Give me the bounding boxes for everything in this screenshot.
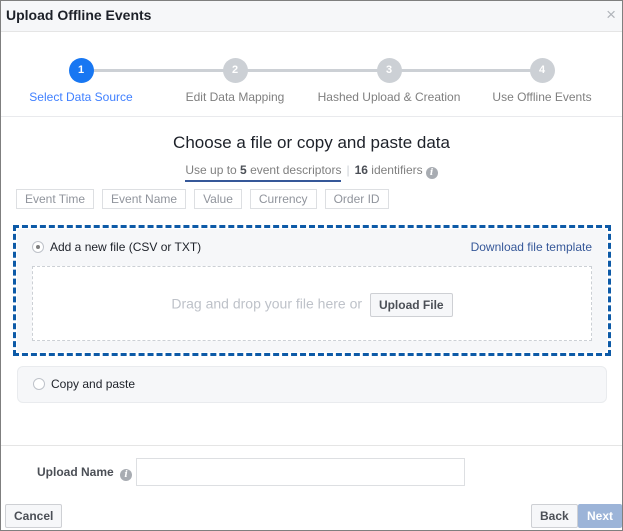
upload-name-label: Upload Name i xyxy=(37,465,133,481)
chip-event-time: Event Time xyxy=(16,189,95,209)
chip-order-id: Order ID xyxy=(324,189,389,209)
option-copy-paste: Copy and paste xyxy=(17,366,607,403)
identifiers-count: 16 xyxy=(354,163,368,177)
dialog-header: Upload Offline Events × xyxy=(1,1,622,32)
upload-offline-events-dialog: Upload Offline Events × 1 Select Data So… xyxy=(0,0,623,531)
step-number-badge: 1 xyxy=(68,58,94,83)
descriptors-count: 5 xyxy=(240,163,247,177)
copy-paste-radio[interactable] xyxy=(33,378,45,390)
close-icon[interactable]: × xyxy=(606,5,616,25)
step-number-badge: 3 xyxy=(376,58,402,83)
step-number-badge: 4 xyxy=(529,58,555,83)
step-edit-data-mapping: 2 Edit Data Mapping xyxy=(155,58,315,104)
info-icon[interactable]: i xyxy=(425,167,438,179)
step-label: Hashed Upload & Creation xyxy=(317,90,461,104)
copy-paste-label[interactable]: Copy and paste xyxy=(51,377,135,391)
step-label: Select Data Source xyxy=(29,90,133,104)
step-number-badge: 2 xyxy=(222,58,248,83)
step-label: Use Offline Events xyxy=(492,90,592,104)
highlight-annotation-box xyxy=(13,225,611,356)
upload-name-input[interactable] xyxy=(136,458,465,486)
back-button[interactable]: Back xyxy=(531,504,578,528)
next-button[interactable]: Next xyxy=(578,504,623,528)
chip-currency: Currency xyxy=(249,189,317,209)
chip-event-name: Event Name xyxy=(102,189,187,209)
descriptor-summary: Use up to 5 event descriptors | 16 identif… xyxy=(1,163,622,182)
step-label: Edit Data Mapping xyxy=(185,90,285,104)
dialog-title: Upload Offline Events xyxy=(6,7,152,23)
step-hashed-upload-creation: 3 Hashed Upload & Creation xyxy=(309,58,469,104)
cancel-button[interactable]: Cancel xyxy=(5,504,63,528)
section-heading: Choose a file or copy and paste data xyxy=(173,133,450,152)
step-use-offline-events: 4 Use Offline Events xyxy=(462,58,622,104)
info-icon[interactable]: i xyxy=(120,469,133,481)
progress-stepper: 1 Select Data Source 2 Edit Data Mapping… xyxy=(1,32,622,117)
event-descriptors-tab[interactable]: Use up to 5 event descriptors xyxy=(185,163,342,182)
separator: | xyxy=(346,163,350,177)
identifiers-tab[interactable]: 16 identifiers xyxy=(355,163,423,177)
footer-divider xyxy=(1,445,622,446)
step-select-data-source: 1 Select Data Source xyxy=(1,58,161,104)
descriptor-chips: Event Time Event Name Value Currency Ord… xyxy=(16,189,389,209)
chip-value: Value xyxy=(194,189,242,209)
